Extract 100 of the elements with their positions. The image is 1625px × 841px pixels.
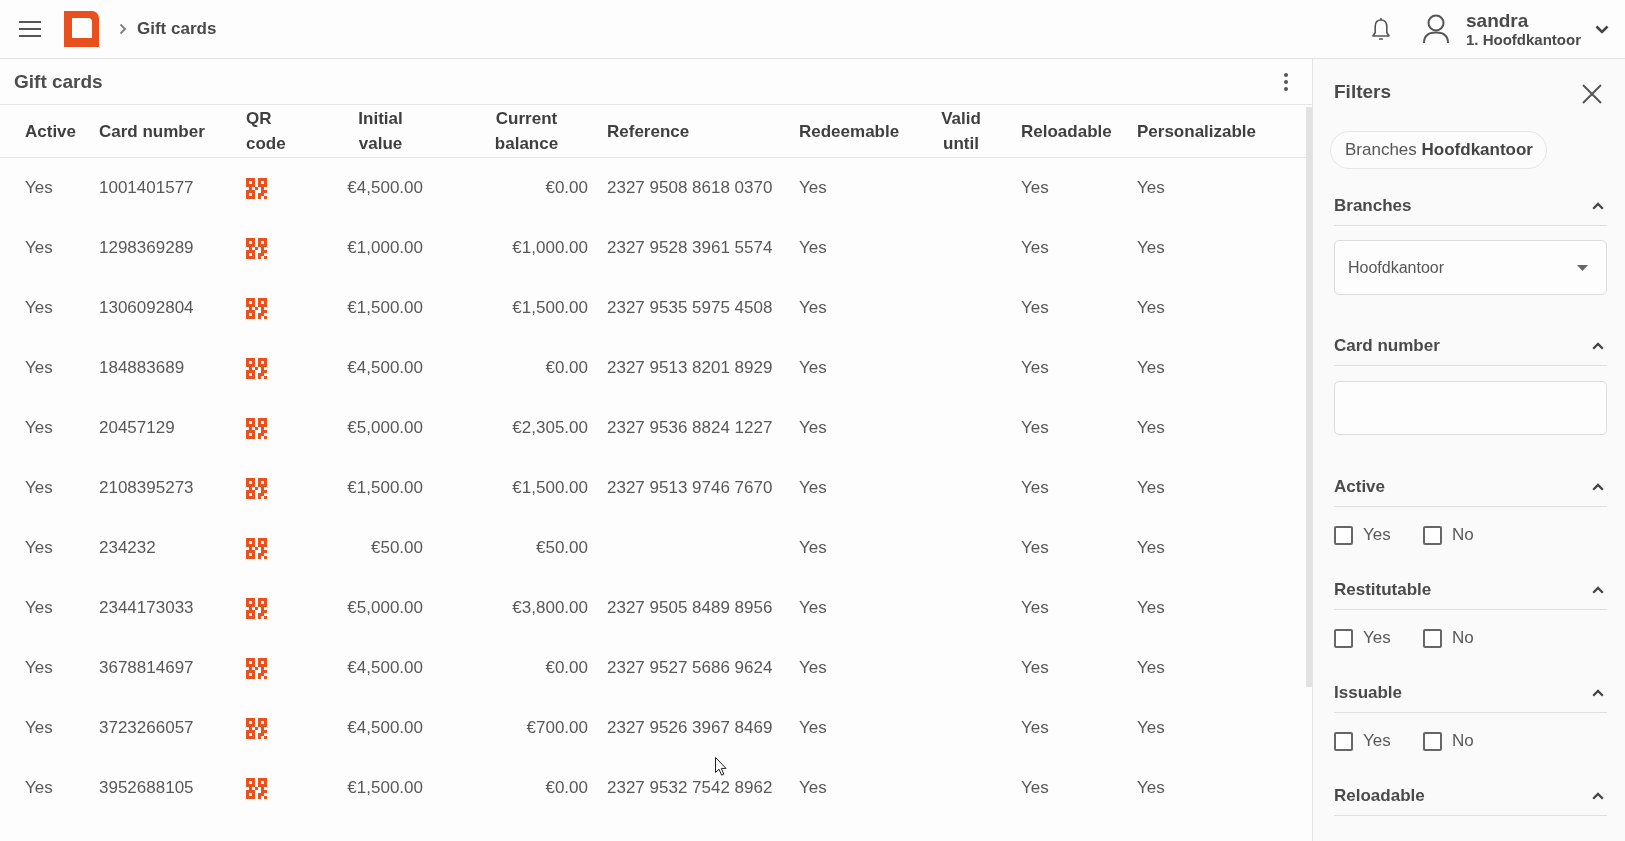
table-cell: 3678814697: [99, 658, 194, 678]
checkbox[interactable]: [1334, 628, 1353, 648]
section-title: Restitutable: [1334, 579, 1432, 601]
table-cell: Yes: [25, 598, 53, 618]
table-cell: Yes: [799, 418, 827, 438]
select-field[interactable]: Hoofdkantoor: [1334, 240, 1607, 295]
table-cell: 2327 9513 9746 7670: [607, 478, 773, 498]
qr-code-icon[interactable]: [246, 597, 267, 619]
chevron-up-icon[interactable]: [1592, 792, 1604, 800]
table-cell: 2108395273: [99, 478, 194, 498]
user-branch: 1. Hoofdkantoor: [1466, 30, 1581, 49]
table-cell: 2327 9532 7542 8962: [607, 778, 773, 798]
chevron-up-icon[interactable]: [1592, 202, 1604, 210]
qr-code-icon[interactable]: [246, 777, 267, 799]
chevron-up-icon[interactable]: [1592, 342, 1604, 350]
table-cell: Yes: [25, 178, 53, 198]
qr-code-icon[interactable]: [246, 417, 267, 439]
table-cell: Yes: [1137, 538, 1165, 558]
qr-code-icon[interactable]: [246, 477, 267, 499]
table-cell: Yes: [1137, 298, 1165, 318]
table-cell: Yes: [1137, 478, 1165, 498]
table-cell: 2327 9536 8824 1227: [607, 418, 773, 438]
close-icon[interactable]: [1582, 84, 1602, 104]
kebab-menu-icon[interactable]: [1284, 72, 1288, 91]
table-cell: €3,800.00: [512, 598, 588, 618]
qr-code-icon[interactable]: [246, 177, 267, 199]
table-cell: €5,000.00: [347, 418, 423, 438]
table-cell: Yes: [25, 298, 53, 318]
table-cell: Yes: [1021, 238, 1049, 258]
user-icon[interactable]: [1422, 14, 1450, 44]
caret-down-icon[interactable]: [1577, 264, 1588, 271]
table-cell: €0.00: [545, 658, 588, 678]
table-cell: €4,500.00: [347, 658, 423, 678]
table-cell: €0.00: [545, 358, 588, 378]
table-cell: 2327 9505 8489 8956: [607, 598, 773, 618]
table-cell: 1298369289: [99, 238, 194, 258]
table-cell: 1306092804: [99, 298, 194, 318]
table-cell: Yes: [799, 358, 827, 378]
checkbox[interactable]: [1423, 525, 1442, 545]
column-header: Initial value: [358, 108, 403, 155]
table-cell: €1,000.00: [512, 238, 588, 258]
section-title: Card number: [1334, 335, 1440, 357]
qr-code-icon[interactable]: [246, 717, 267, 739]
table-cell: Yes: [799, 178, 827, 198]
table-cell: 2327 9528 3961 5574: [607, 238, 773, 258]
section-title: Reloadable: [1334, 785, 1425, 807]
qr-code-icon[interactable]: [246, 357, 267, 379]
qr-code-icon[interactable]: [246, 537, 267, 559]
table-cell: €1,500.00: [347, 298, 423, 318]
qr-code-icon[interactable]: [246, 657, 267, 679]
checkbox-label: Yes: [1363, 525, 1391, 545]
table-cell: Yes: [25, 478, 53, 498]
checkbox[interactable]: [1423, 731, 1442, 751]
text-field[interactable]: [1334, 381, 1607, 435]
chevron-up-icon[interactable]: [1592, 689, 1604, 697]
table-cell: Yes: [1137, 598, 1165, 618]
column-header: Personalizable: [1137, 120, 1257, 143]
checkbox[interactable]: [1334, 731, 1353, 751]
table-cell: Yes: [1021, 298, 1049, 318]
table-cell: Yes: [25, 358, 53, 378]
table-cell: €1,000.00: [347, 238, 423, 258]
qr-code-icon[interactable]: [246, 237, 267, 259]
table-cell: Yes: [1021, 718, 1049, 738]
section-title: Active: [1334, 476, 1386, 498]
table-cell: 3723266057: [99, 718, 194, 738]
table-cell: €1,500.00: [512, 298, 588, 318]
filter-chip[interactable]: Branches Hoofdkantoor: [1330, 131, 1547, 169]
table-cell: €700.00: [526, 718, 588, 738]
section-title: Issuable: [1334, 682, 1403, 704]
checkbox-label: Yes: [1363, 628, 1391, 648]
checkbox-label: No: [1452, 525, 1474, 545]
table-cell: 234232: [99, 538, 156, 558]
menu-icon[interactable]: [19, 21, 41, 37]
chevron-up-icon[interactable]: [1592, 586, 1604, 594]
checkbox[interactable]: [1334, 525, 1353, 545]
table-cell: 184883689: [99, 358, 185, 378]
table-cell: €1,500.00: [347, 478, 423, 498]
table-cell: 2327 9508 8618 0370: [607, 178, 773, 198]
table-cell: Yes: [1137, 778, 1165, 798]
table-cell: Yes: [799, 778, 827, 798]
table-cell: Yes: [799, 478, 827, 498]
table-cell: Yes: [1137, 238, 1165, 258]
table-cell: €5,000.00: [347, 598, 423, 618]
chevron-down-icon[interactable]: [1595, 24, 1609, 34]
table-cell: Yes: [25, 418, 53, 438]
chevron-up-icon[interactable]: [1592, 483, 1604, 491]
table-cell: Yes: [25, 658, 53, 678]
notification-bell-icon[interactable]: [1371, 17, 1391, 41]
logo-icon[interactable]: [64, 11, 99, 47]
table-cell: Yes: [25, 718, 53, 738]
scrollbar[interactable]: [1306, 107, 1312, 687]
qr-code-icon[interactable]: [246, 297, 267, 319]
table-cell: Yes: [1021, 778, 1049, 798]
breadcrumb-current: Gift cards: [137, 19, 217, 39]
column-header: Active: [25, 120, 77, 143]
table-cell: €50.00: [536, 538, 588, 558]
column-header: Reference: [607, 120, 690, 143]
table-cell: 1001401577: [99, 178, 194, 198]
checkbox-label: No: [1452, 628, 1474, 648]
checkbox[interactable]: [1423, 628, 1442, 648]
